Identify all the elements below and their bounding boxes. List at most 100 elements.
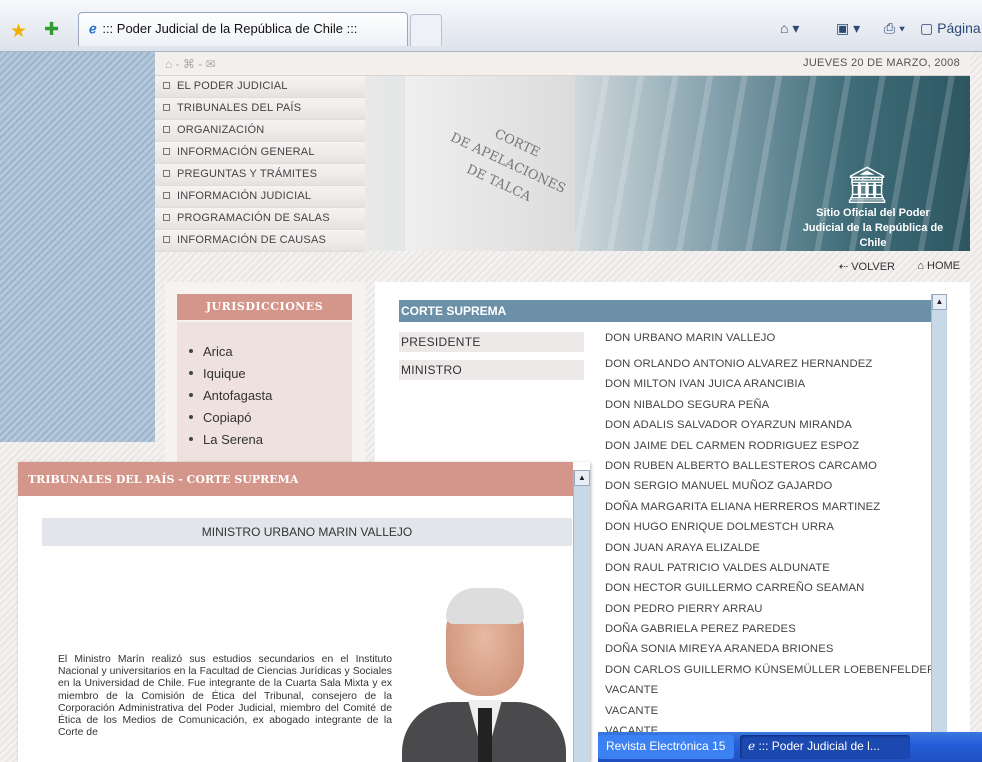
taskbar-label: Revista Electrónica 15 [606, 739, 726, 753]
minister-link[interactable]: DON MILTON IVAN JUICA ARANCIBIA [605, 378, 925, 398]
jurisdiccion-link[interactable]: Arica [189, 344, 352, 366]
browser-tab[interactable]: ℯ ::: Poder Judicial de la República de … [78, 12, 408, 46]
minister-link[interactable]: DON ADALIS SALVADOR OYARZUN MIRANDA [605, 419, 925, 439]
jurisdiccion-label: Arica [203, 344, 233, 359]
role-label: PRESIDENTE [399, 332, 584, 352]
ie-icon: ℯ [89, 21, 97, 36]
scroll-up-icon[interactable]: ▲ [574, 470, 590, 486]
jurisdiccion-label: La Serena [203, 432, 263, 447]
ministers-list: DON URBANO MARIN VALLEJO DON ORLANDO ANT… [605, 332, 935, 745]
jurisdiccion-link[interactable]: Copiapó [189, 410, 352, 432]
back-label: VOLVER [851, 261, 895, 273]
minister-link[interactable]: DOÑA MARGARITA ELIANA HERREROS MARTINEZ [605, 501, 925, 521]
tab-title: ::: Poder Judicial de la República de Ch… [102, 21, 358, 36]
photo-tie [478, 708, 492, 762]
menu-item[interactable]: ORGANIZACIÓN [155, 120, 365, 142]
menu-item[interactable]: INFORMACIÓN DE CAUSAS [155, 230, 365, 252]
current-date: JUEVES 20 DE MARZO, 2008 [803, 57, 960, 69]
minister-link[interactable]: DON HECTOR GUILLERMO CARREÑO SEAMAN [605, 582, 925, 602]
menu-item[interactable]: INFORMACIÓN JUDICIAL [155, 186, 365, 208]
menu-label: PROGRAMACIÓN DE SALAS [177, 212, 330, 224]
back-link[interactable]: ⇠ VOLVER [839, 260, 895, 273]
page-menu-label: Página [937, 20, 981, 36]
jurisdicciones-title: JURISDICCIONES [177, 294, 352, 320]
menu-label: PREGUNTAS Y TRÁMITES [177, 168, 318, 180]
square-bullet-icon [163, 82, 170, 89]
menu-item[interactable]: INFORMACIÓN GENERAL [155, 142, 365, 164]
role-label: MINISTRO [399, 360, 584, 380]
new-tab-button[interactable] [410, 14, 442, 46]
feeds-icon[interactable]: ▣ ▾ [836, 20, 860, 37]
banner-slogan: Sitio Oficial del Poder Judicial de la R… [802, 207, 944, 249]
jurisdiccion-link[interactable]: Iquique [189, 366, 352, 388]
menu-item[interactable]: PREGUNTAS Y TRÁMITES [155, 164, 365, 186]
minister-link[interactable]: DON SERGIO MANUEL MUÑOZ GAJARDO [605, 480, 925, 500]
print-icon[interactable]: ⎙ ▾ [884, 20, 905, 37]
menu-item[interactable]: TRIBUNALES DEL PAÍS [155, 98, 365, 120]
minister-photo [402, 574, 566, 762]
jurisdiccion-link[interactable]: La Serena [189, 432, 352, 454]
minister-link[interactable]: DOÑA GABRIELA PEREZ PAREDES [605, 623, 925, 643]
menu-label: EL PODER JUDICIAL [177, 80, 288, 92]
photo-hair [446, 588, 524, 624]
jurisdiccion-label: Iquique [203, 366, 246, 381]
menu-label: ORGANIZACIÓN [177, 124, 265, 136]
minister-link[interactable]: DON CARLOS GUILLERMO KÜNSEMÜLLER LOEBENF… [605, 664, 935, 684]
minister-link[interactable]: DON ORLANDO ANTONIO ALVAREZ HERNANDEZ [605, 358, 925, 378]
minister-bio: El Ministro Marín realizó sus estudios s… [58, 654, 392, 739]
ie-icon: ℯ [748, 739, 759, 753]
minister-link[interactable]: VACANTE [605, 705, 925, 725]
minister-link[interactable]: DON JAIME DEL CARMEN RODRIGUEZ ESPOZ [605, 440, 925, 460]
square-bullet-icon [163, 170, 170, 177]
menu-item[interactable]: EL PODER JUDICIAL [155, 76, 365, 98]
minister-link[interactable]: DON RAUL PATRICIO VALDES ALDUNATE [605, 562, 925, 582]
corte-suprema-title: CORTE SUPREMA [399, 300, 931, 322]
square-bullet-icon [163, 214, 170, 221]
taskbar: Revista Electrónica 15 ℯ ::: Poder Judic… [598, 732, 982, 762]
menu-item[interactable]: PROGRAMACIÓN DE SALAS [155, 208, 365, 230]
square-bullet-icon [163, 148, 170, 155]
minister-link[interactable]: DON NIBALDO SEGURA PEÑA [605, 399, 925, 419]
bullet-icon [189, 415, 193, 419]
menu-label: INFORMACIÓN DE CAUSAS [177, 234, 327, 246]
home-label: HOME [927, 260, 960, 272]
nav-bar: ⇠ VOLVER ⌂ HOME [155, 251, 970, 281]
bullet-icon [189, 393, 193, 397]
minister-link[interactable]: VACANTE [605, 684, 925, 704]
minister-link[interactable]: DOÑA SONIA MIREYA ARANEDA BRIONES [605, 643, 925, 663]
taskbar-item-active[interactable]: ℯ ::: Poder Judicial de l... [740, 735, 910, 759]
header-icons[interactable]: ⌂ - ⌘ - ✉ [165, 57, 216, 71]
favorites-star-icon[interactable]: ★ [10, 20, 27, 43]
bullet-icon [189, 349, 193, 353]
jurisdiccion-label: Copiapó [203, 410, 252, 425]
popup-scrollbar[interactable]: ▲ [573, 470, 590, 762]
home-icon[interactable]: ⌂ ▾ [780, 20, 799, 37]
browser-toolbar: ★ ✚ ℯ ::: Poder Judicial de la República… [0, 0, 982, 52]
add-favorite-icon[interactable]: ✚ [44, 19, 59, 40]
square-bullet-icon [163, 126, 170, 133]
home-link[interactable]: ⌂ HOME [917, 260, 960, 272]
scroll-up-icon[interactable]: ▲ [932, 294, 947, 310]
menu-label: INFORMACIÓN JUDICIAL [177, 190, 312, 202]
jurisdiccion-link[interactable]: Antofagasta [189, 388, 352, 410]
minister-link[interactable]: DON PEDRO PIERRY ARRAU [605, 603, 925, 623]
minister-link[interactable]: DON URBANO MARIN VALLEJO [605, 332, 925, 358]
minister-link[interactable]: DON RUBEN ALBERTO BALLESTEROS CARCAMO [605, 460, 925, 480]
menu-label: INFORMACIÓN GENERAL [177, 146, 315, 158]
taskbar-item[interactable]: Revista Electrónica 15 [598, 735, 734, 759]
header-bar: ⌂ - ⌘ - ✉ JUEVES 20 DE MARZO, 2008 [155, 52, 970, 76]
page-menu-button[interactable]: ▢ Página [920, 20, 981, 37]
popup-subtitle: MINISTRO URBANO MARIN VALLEJO [42, 518, 572, 546]
bullet-icon [189, 437, 193, 441]
taskbar-label: ::: Poder Judicial de l... [758, 739, 880, 753]
left-decoration [0, 52, 155, 442]
popup-title: TRIBUNALES DEL PAÍS - CORTE SUPREMA [18, 462, 573, 496]
minister-link[interactable]: DON HUGO ENRIQUE DOLMESTCH URRA [605, 521, 925, 541]
scrollbar[interactable]: ▲ [931, 294, 947, 760]
courthouse-icon: 🏛 [844, 164, 890, 205]
menu-label: TRIBUNALES DEL PAÍS [177, 102, 302, 114]
bullet-icon [189, 371, 193, 375]
banner-image: CORTE DE APELACIONES DE TALCA 🏛 Sitio Of… [365, 76, 970, 251]
minister-popup: TRIBUNALES DEL PAÍS - CORTE SUPREMA MINI… [18, 462, 590, 762]
minister-link[interactable]: DON JUAN ARAYA ELIZALDE [605, 542, 925, 562]
